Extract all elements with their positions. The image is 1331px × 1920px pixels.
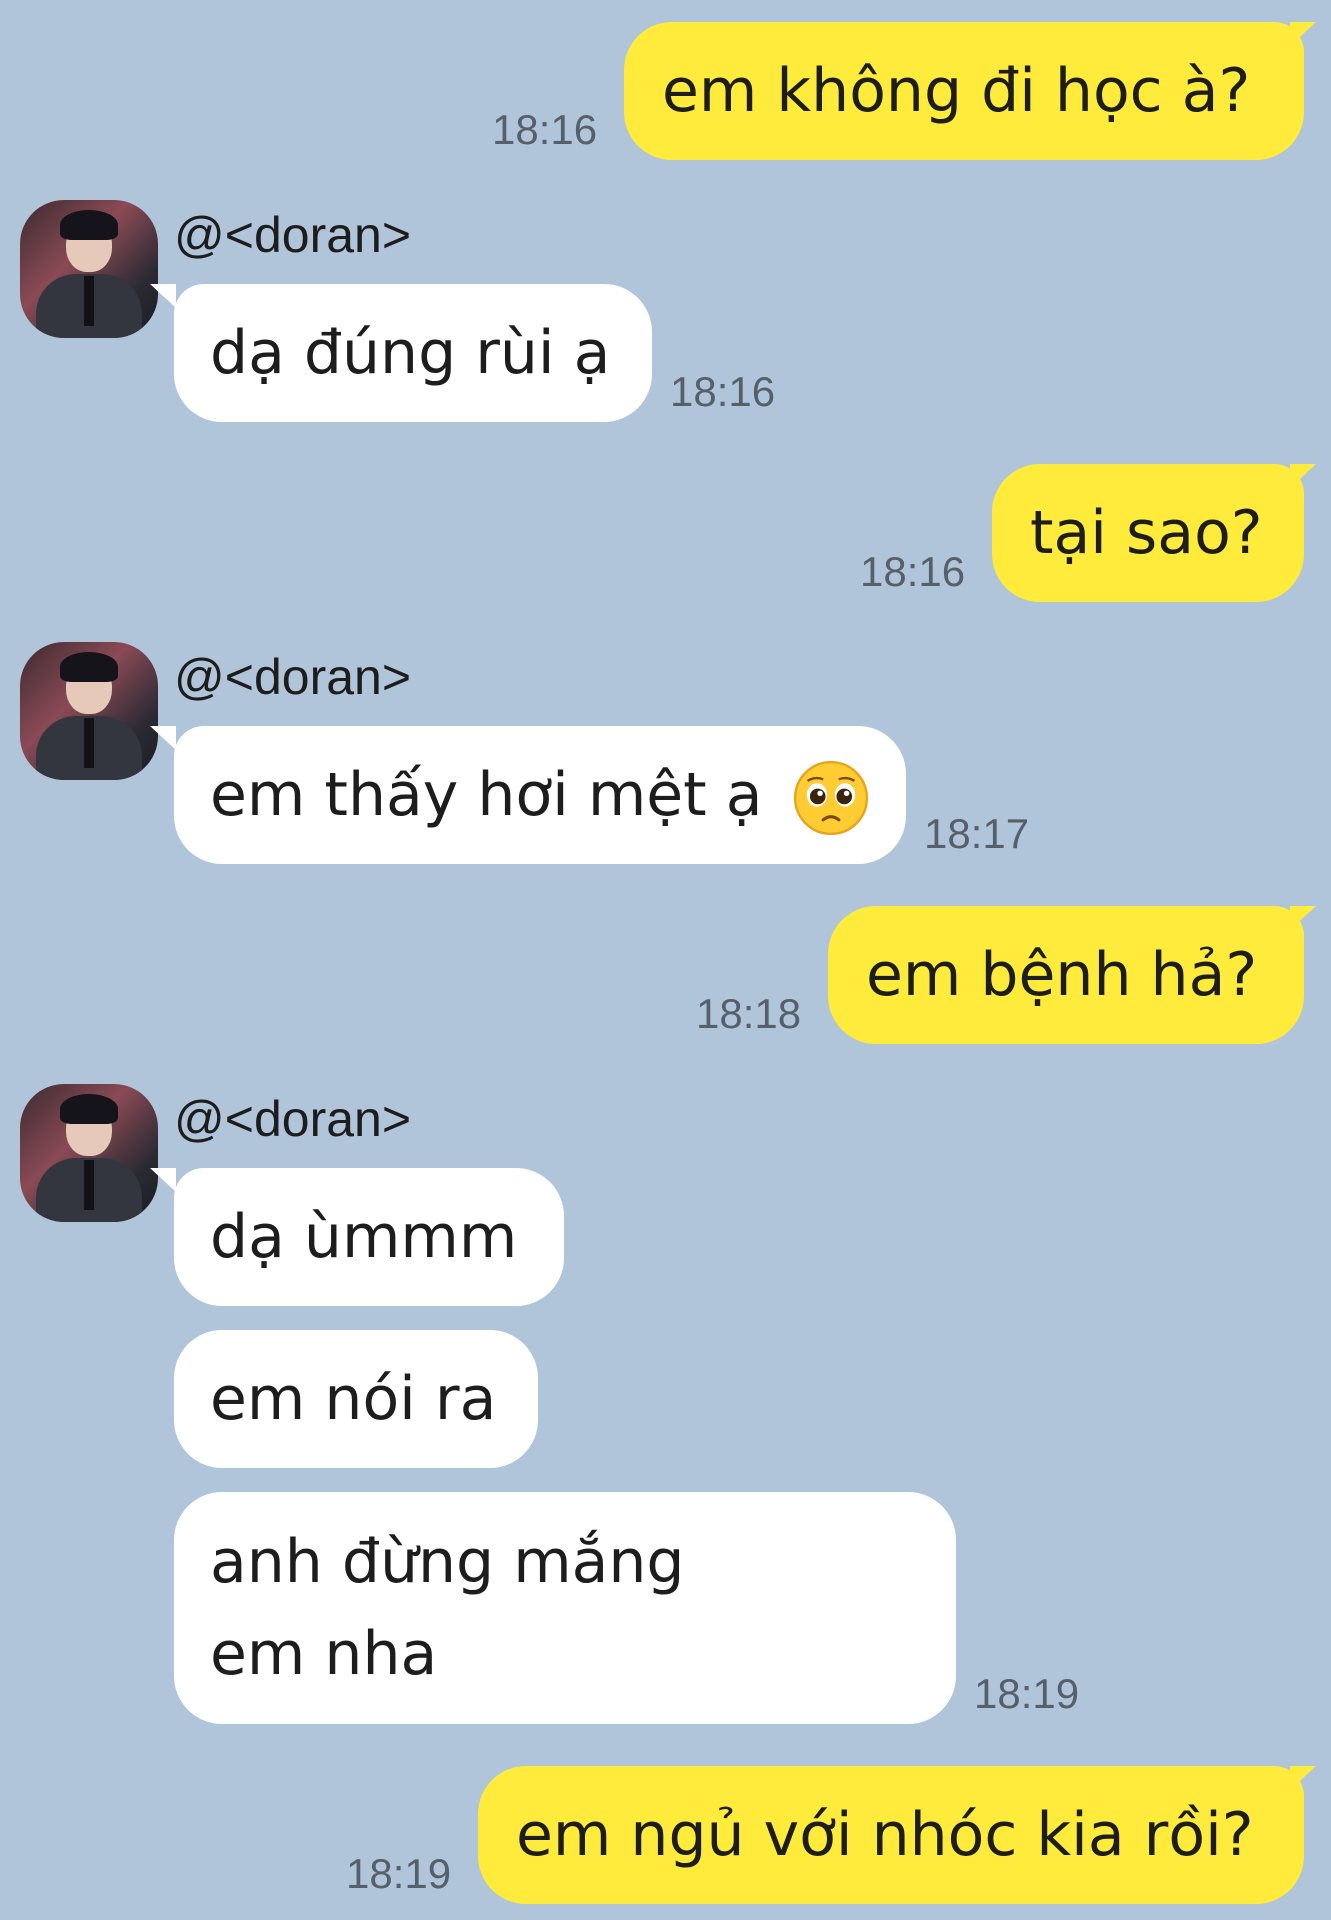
incoming-message-bubble[interactable]: em nói ra — [174, 1330, 538, 1468]
sender-name: @<doran> — [174, 649, 412, 705]
message-time: 18:19 — [346, 1850, 452, 1897]
message-time: 18:16 — [492, 106, 598, 153]
message-text: em không đi học à? — [662, 56, 1251, 126]
bubble-tail — [1290, 464, 1316, 488]
message-time: 18:16 — [860, 548, 966, 595]
message-text: em thấy hơi mệt ạ — [210, 760, 763, 830]
outgoing-message-bubble[interactable]: em không đi học à? — [624, 22, 1304, 160]
message-text: dạ ùmmm — [210, 1202, 518, 1272]
message-text: em bệnh hả? — [866, 940, 1258, 1010]
bubble-tail — [1290, 1766, 1316, 1790]
incoming-message-bubble[interactable]: dạ đúng rùi ạ — [174, 284, 652, 422]
message-text: em ngủ với nhóc kia rồi? — [516, 1800, 1254, 1870]
avatar[interactable] — [20, 642, 158, 780]
avatar[interactable] — [20, 200, 158, 338]
pleading-face-emoji-icon — [793, 761, 868, 836]
chat-screen: { "messages": [ {"id": "m1", "side": "ou… — [0, 0, 1331, 1920]
bubble-tail — [1290, 22, 1316, 46]
outgoing-message-bubble[interactable]: em bệnh hả? — [828, 906, 1304, 1044]
message-time: 18:18 — [696, 990, 802, 1037]
sender-name: @<doran> — [174, 1091, 412, 1147]
incoming-message-bubble[interactable]: em thấy hơi mệt ạ — [174, 726, 906, 864]
outgoing-message-bubble[interactable]: tại sao? — [992, 464, 1304, 602]
sender-name: @<doran> — [174, 207, 412, 263]
bubble-tail — [1290, 906, 1316, 930]
message-text: anh đừng mắng em nha — [210, 1527, 685, 1689]
message-time: 18:16 — [670, 368, 776, 415]
message-time: 18:17 — [924, 810, 1030, 857]
bubble-tail — [150, 726, 176, 750]
bubble-tail — [150, 284, 176, 308]
bubble-tail — [150, 1168, 176, 1192]
outgoing-message-bubble[interactable]: em ngủ với nhóc kia rồi? — [478, 1766, 1304, 1904]
avatar[interactable] — [20, 1084, 158, 1222]
message-time: 18:19 — [974, 1670, 1080, 1717]
message-text: em nói ra — [210, 1364, 497, 1434]
incoming-message-bubble[interactable]: dạ ùmmm — [174, 1168, 564, 1306]
message-text: dạ đúng rùi ạ — [210, 318, 611, 388]
message-text: tại sao? — [1030, 498, 1263, 568]
incoming-message-bubble[interactable]: anh đừng mắng em nha — [174, 1492, 956, 1724]
